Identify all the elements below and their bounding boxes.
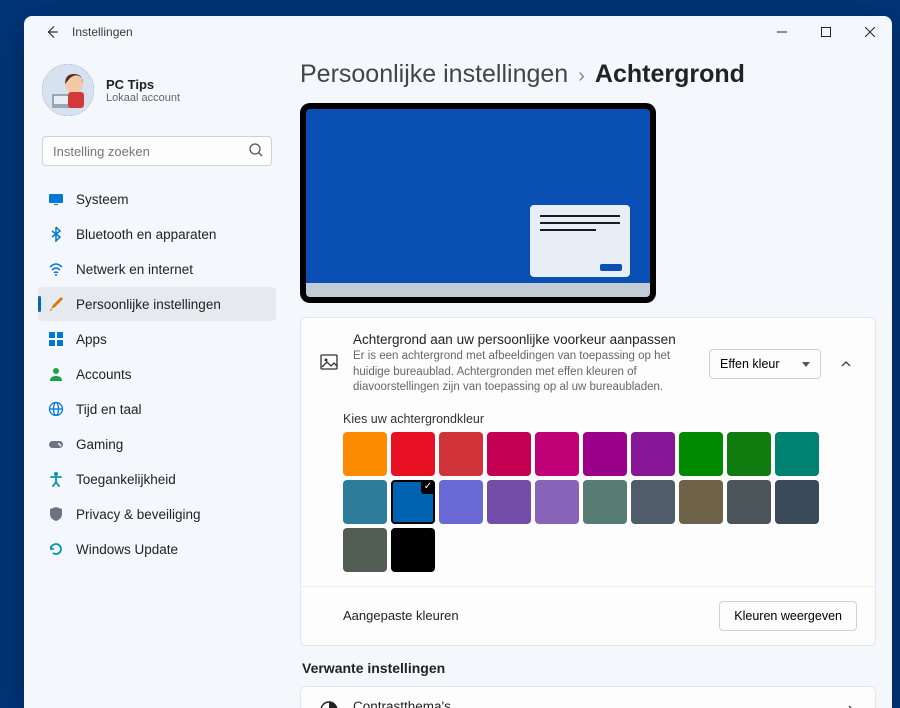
contrast-themes-link[interactable]: Contrastthema's Kleurenthema's voor slec… (300, 686, 876, 708)
preview-window (530, 205, 630, 277)
maximize-icon (821, 27, 831, 37)
color-swatch[interactable] (583, 432, 627, 476)
sidebar-item-label: Privacy & beveiliging (76, 507, 201, 522)
arrow-left-icon (45, 25, 59, 39)
collapse-button[interactable] (835, 358, 857, 370)
sidebar-item-label: Netwerk en internet (76, 262, 193, 277)
color-swatch[interactable] (679, 432, 723, 476)
color-label: Kies uw achtergrondkleur (343, 412, 857, 426)
sidebar: PC Tips Lokaal account Systeem Bluetooth … (38, 54, 284, 708)
chevron-right-icon: › (578, 65, 585, 88)
color-swatch[interactable] (535, 480, 579, 524)
globe-icon (48, 401, 64, 417)
sidebar-item-label: Gaming (76, 437, 123, 452)
color-swatch[interactable] (631, 432, 675, 476)
color-swatch[interactable] (775, 432, 819, 476)
background-card: Achtergrond aan uw persoonlijke voorkeur… (300, 317, 876, 646)
sidebar-item-wifi[interactable]: Netwerk en internet (38, 252, 276, 286)
breadcrumb: Persoonlijke instellingen › Achtergrond (300, 60, 876, 89)
desktop-preview (300, 103, 656, 303)
sidebar-item-accessibility[interactable]: Toegankelijkheid (38, 462, 276, 496)
shield-icon (48, 506, 64, 522)
color-grid (343, 432, 823, 572)
sidebar-item-label: Accounts (76, 367, 132, 382)
user-profile[interactable]: PC Tips Lokaal account (38, 54, 276, 134)
chevron-right-icon (845, 703, 857, 708)
color-swatch[interactable] (343, 432, 387, 476)
color-swatch[interactable] (679, 480, 723, 524)
color-swatch[interactable] (631, 480, 675, 524)
color-swatch[interactable] (775, 480, 819, 524)
person-icon (48, 366, 64, 382)
sidebar-item-person[interactable]: Accounts (38, 357, 276, 391)
minimize-button[interactable] (760, 16, 804, 48)
color-swatch[interactable] (727, 480, 771, 524)
maximize-button[interactable] (804, 16, 848, 48)
sidebar-item-update[interactable]: Windows Update (38, 532, 276, 566)
background-type-dropdown[interactable]: Effen kleur (709, 349, 821, 379)
search-icon (248, 142, 264, 163)
avatar (42, 64, 94, 116)
breadcrumb-current: Achtergrond (595, 60, 745, 89)
sidebar-item-label: Systeem (76, 192, 129, 207)
color-swatch[interactable] (439, 480, 483, 524)
sidebar-item-shield[interactable]: Privacy & beveiliging (38, 497, 276, 531)
brush-icon (48, 296, 64, 312)
color-swatch[interactable] (391, 432, 435, 476)
user-account-type: Lokaal account (106, 92, 180, 104)
related-item-title: Contrastthema's (353, 699, 623, 708)
color-swatch[interactable] (727, 432, 771, 476)
apps-icon (48, 331, 64, 347)
close-button[interactable] (848, 16, 892, 48)
sidebar-item-globe[interactable]: Tijd en taal (38, 392, 276, 426)
minimize-icon (777, 27, 787, 37)
sidebar-item-label: Windows Update (76, 542, 178, 557)
sidebar-nav: Systeem Bluetooth en apparaten Netwerk en … (38, 182, 276, 566)
bg-card-title: Achtergrond aan uw persoonlijke voorkeur… (353, 332, 695, 347)
show-colors-button[interactable]: Kleuren weergeven (719, 601, 857, 631)
color-swatch[interactable] (391, 528, 435, 572)
gamepad-icon (48, 436, 64, 452)
titlebar: Instellingen (24, 16, 892, 48)
custom-colors-label: Aangepaste kleuren (343, 608, 459, 623)
sidebar-item-brush[interactable]: Persoonlijke instellingen (38, 287, 276, 321)
sidebar-item-display[interactable]: Systeem (38, 182, 276, 216)
search-input[interactable] (42, 136, 272, 166)
color-swatch[interactable] (583, 480, 627, 524)
color-swatch[interactable] (391, 480, 435, 524)
bg-card-desc: Er is een achtergrond met afbeeldingen v… (353, 349, 683, 396)
update-icon (48, 541, 64, 557)
user-name: PC Tips (106, 77, 180, 92)
sidebar-item-label: Toegankelijkheid (76, 472, 176, 487)
wifi-icon (48, 261, 64, 277)
sidebar-item-label: Apps (76, 332, 107, 347)
sidebar-item-label: Tijd en taal (76, 402, 142, 417)
sidebar-item-apps[interactable]: Apps (38, 322, 276, 356)
image-icon (319, 352, 339, 377)
chevron-up-icon (840, 358, 852, 370)
color-swatch[interactable] (343, 528, 387, 572)
search-box (42, 136, 272, 166)
window-title: Instellingen (72, 25, 133, 39)
display-icon (48, 191, 64, 207)
color-swatch[interactable] (487, 432, 531, 476)
color-swatch[interactable] (343, 480, 387, 524)
breadcrumb-parent[interactable]: Persoonlijke instellingen (300, 60, 568, 89)
content-area[interactable]: Persoonlijke instellingen › Achtergrond (284, 54, 882, 708)
back-button[interactable] (38, 18, 66, 46)
bluetooth-icon (48, 226, 64, 242)
close-icon (865, 27, 875, 37)
accessibility-icon (48, 471, 64, 487)
sidebar-item-label: Bluetooth en apparaten (76, 227, 216, 242)
contrast-icon (319, 700, 339, 708)
color-swatch[interactable] (535, 432, 579, 476)
sidebar-item-gamepad[interactable]: Gaming (38, 427, 276, 461)
sidebar-item-bluetooth[interactable]: Bluetooth en apparaten (38, 217, 276, 251)
related-heading: Verwante instellingen (302, 660, 876, 676)
color-swatch[interactable] (439, 432, 483, 476)
sidebar-item-label: Persoonlijke instellingen (76, 297, 221, 312)
color-swatch[interactable] (487, 480, 531, 524)
settings-window: Instellingen PC Tips Lokaal account Sy (24, 16, 892, 708)
